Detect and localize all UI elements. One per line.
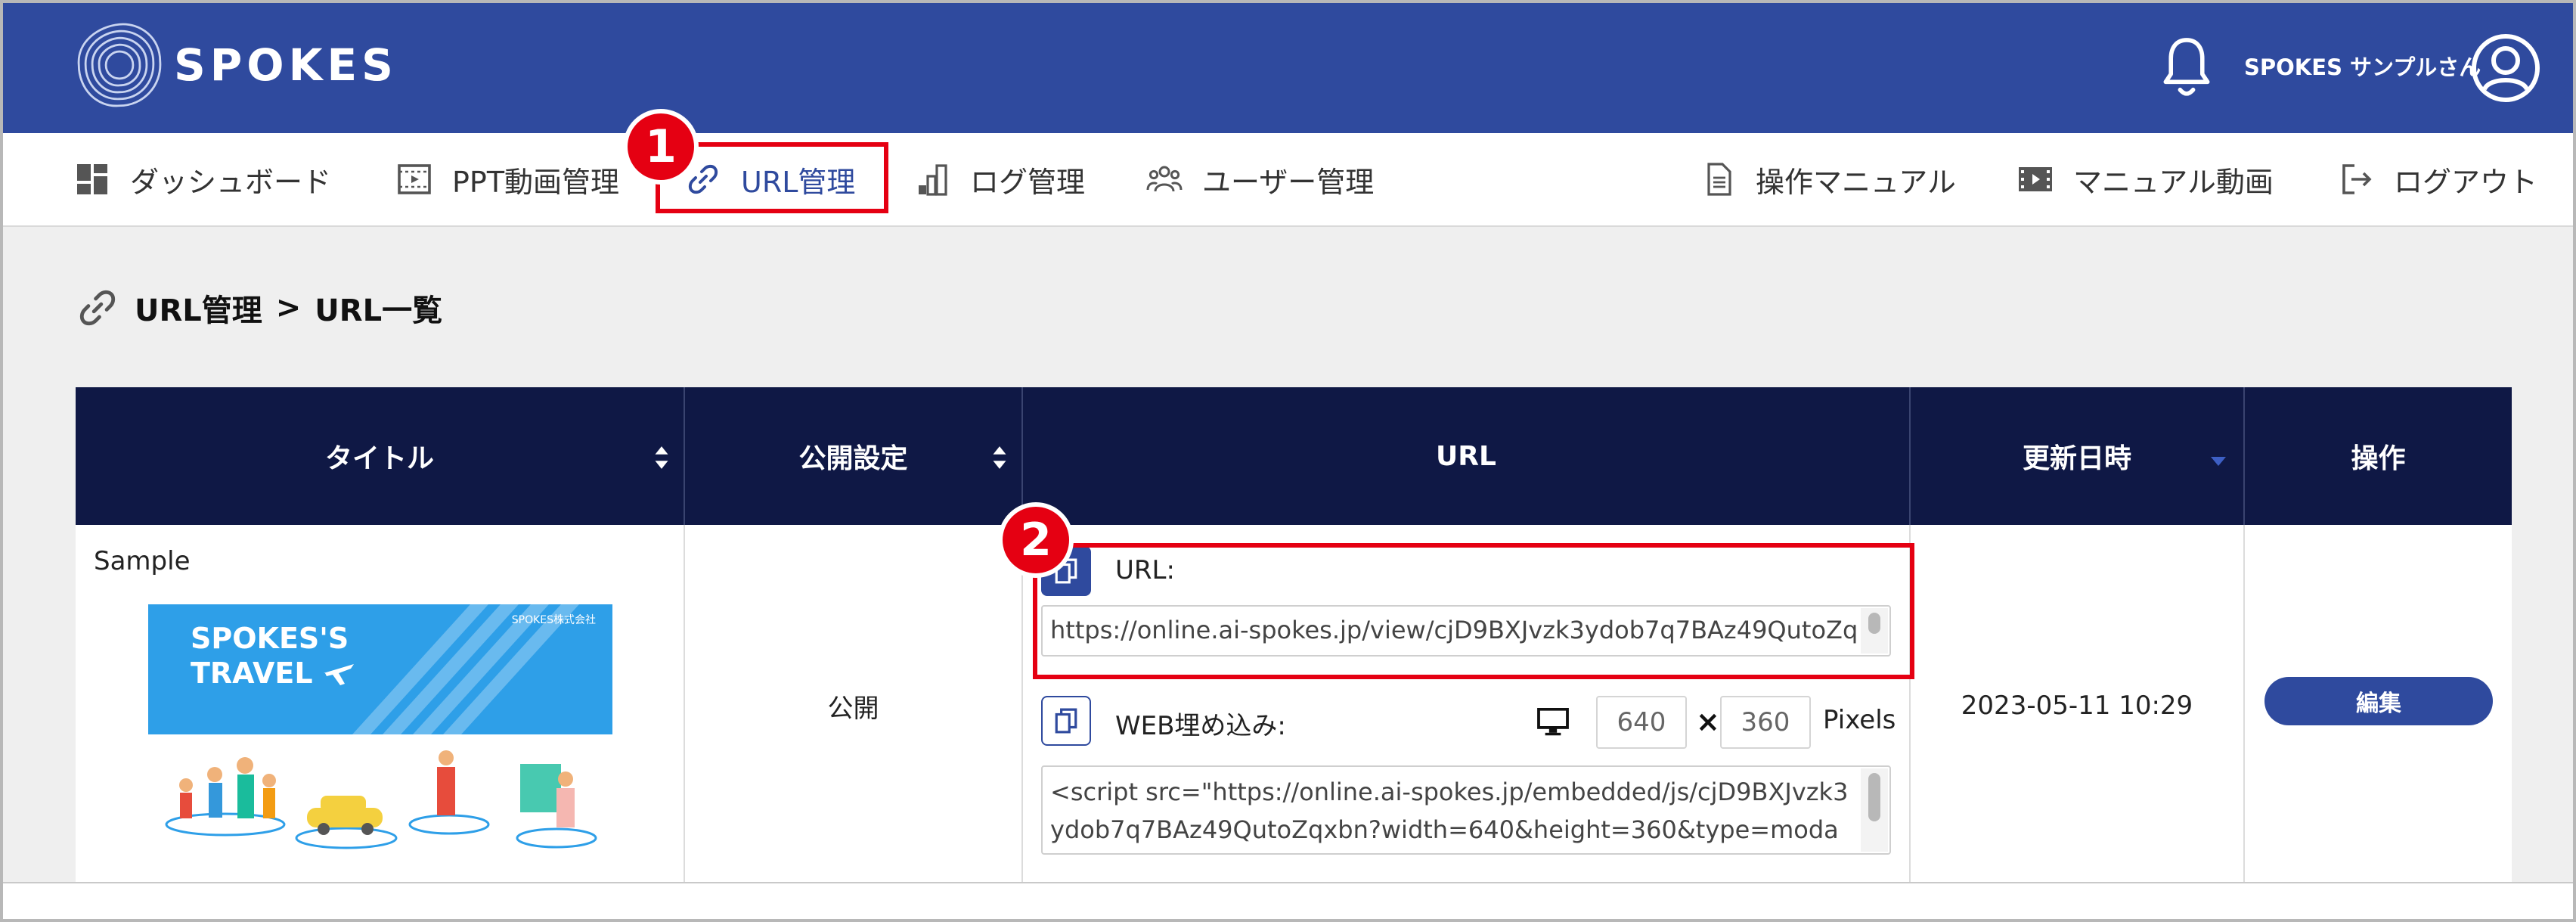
thumbnail-heading: SPOKES'S TRAVEL bbox=[191, 621, 358, 691]
thumbnail-heading-line2: TRAVEL bbox=[191, 657, 313, 690]
th-url-label: URL bbox=[1436, 440, 1496, 472]
embed-times-sign: × bbox=[1696, 705, 1720, 738]
sort-icon bbox=[993, 446, 1006, 469]
embed-scrollbar[interactable] bbox=[1861, 768, 1888, 852]
th-visibility[interactable]: 公開設定 bbox=[685, 387, 1023, 525]
embed-label: WEB埋め込み: bbox=[1115, 711, 1286, 741]
breadcrumb-separator: > bbox=[275, 290, 302, 325]
embed-scroll-thumb[interactable] bbox=[1868, 773, 1880, 821]
url-highlight-box bbox=[1033, 543, 1914, 679]
cell-actions: 編集 bbox=[2245, 525, 2512, 886]
embed-width-input[interactable]: 640 bbox=[1596, 696, 1687, 749]
sort-icon bbox=[655, 446, 668, 469]
sort-desc-icon bbox=[2211, 457, 2226, 466]
embed-height-value: 360 bbox=[1741, 707, 1790, 737]
nav-item-ppt-video[interactable]: PPT動画管理 bbox=[396, 133, 619, 225]
cell-updated: 2023-05-11 10:29 bbox=[1911, 525, 2245, 886]
brand-name: SPOKES bbox=[174, 39, 398, 91]
embed-height-input[interactable]: 360 bbox=[1720, 696, 1811, 749]
callout-badge-2: 2 bbox=[998, 502, 1074, 578]
visibility-value: 公開 bbox=[827, 693, 879, 724]
nav-item-manual[interactable]: 操作マニュアル bbox=[1700, 133, 1956, 225]
film-icon bbox=[398, 164, 431, 194]
nav-label-manual: 操作マニュアル bbox=[1756, 165, 1956, 199]
main-nav: ダッシュボード PPT動画管理 URL管理 ログ管理 ユーザー管理 操作マニュア… bbox=[3, 133, 2573, 227]
th-actions: 操作 bbox=[2245, 387, 2512, 525]
user-name[interactable]: SPOKES サンプルさん bbox=[2244, 50, 2481, 82]
logout-icon bbox=[2342, 164, 2372, 194]
app-window: SPOKES SPOKES サンプルさん ダッシュボード PPT動画管理 URL… bbox=[0, 0, 2576, 922]
nav-label-logout: ログアウト bbox=[2394, 165, 2538, 199]
th-updated[interactable]: 更新日時 bbox=[1911, 387, 2245, 525]
updated-value: 2023-05-11 10:29 bbox=[1961, 691, 2193, 721]
th-url: URL bbox=[1023, 387, 1911, 525]
breadcrumb-section[interactable]: URL管理 bbox=[135, 286, 262, 330]
cell-visibility: 公開 bbox=[685, 525, 1023, 886]
bar-chart-icon bbox=[919, 164, 947, 196]
callout-badge-1: 1 bbox=[623, 109, 699, 185]
nav-label-users: ユーザー管理 bbox=[1202, 165, 1375, 199]
breadcrumb-page: URL一覧 bbox=[315, 293, 443, 328]
cell-title: Sample SPOKES'S TRAVEL SPOKES株式会社 bbox=[76, 525, 685, 886]
link-icon bbox=[79, 290, 116, 326]
nav-item-dashboard[interactable]: ダッシュボード bbox=[74, 133, 331, 225]
embed-width-value: 640 bbox=[1617, 707, 1666, 737]
monitor-icon bbox=[1537, 708, 1569, 736]
nav-item-manual-video[interactable]: マニュアル動画 bbox=[2017, 133, 2274, 225]
th-title[interactable]: タイトル bbox=[76, 387, 685, 525]
th-updated-label: 更新日時 bbox=[2022, 443, 2131, 474]
nav-item-users[interactable]: ユーザー管理 bbox=[1146, 133, 1374, 225]
thumbnail-banner: SPOKES'S TRAVEL SPOKES株式会社 bbox=[148, 604, 612, 734]
copy-icon bbox=[1055, 708, 1077, 734]
nav-label-log: ログ管理 bbox=[970, 165, 1086, 199]
th-title-label: タイトル bbox=[324, 443, 434, 474]
embed-code-value: <script src="https://online.ai-spokes.jp… bbox=[1050, 778, 1849, 844]
nav-item-logout[interactable]: ログアウト bbox=[2338, 133, 2537, 225]
thumbnail-heading-line1: SPOKES'S bbox=[191, 622, 349, 655]
video-icon bbox=[2019, 167, 2052, 191]
spokes-logo[interactable]: SPOKES bbox=[71, 17, 398, 113]
nav-label-manual-video: マニュアル動画 bbox=[2073, 165, 2274, 199]
user-avatar-icon[interactable] bbox=[2469, 32, 2542, 104]
thumbnail-illustration bbox=[165, 750, 597, 849]
dashboard-icon bbox=[77, 164, 107, 194]
nav-label-ppt-video: PPT動画管理 bbox=[452, 165, 620, 199]
embed-unit: Pixels bbox=[1823, 705, 1896, 735]
th-visibility-label: 公開設定 bbox=[798, 443, 908, 474]
bell-icon[interactable] bbox=[2155, 35, 2218, 103]
nav-item-log[interactable]: ログ管理 bbox=[914, 133, 1085, 225]
nav-label-dashboard: ダッシュボード bbox=[130, 165, 332, 199]
breadcrumb: URL管理 > URL一覧 bbox=[76, 286, 442, 330]
airplane-icon bbox=[323, 664, 354, 685]
row-title[interactable]: Sample bbox=[94, 546, 190, 576]
edit-button[interactable]: 編集 bbox=[2264, 677, 2493, 725]
users-icon bbox=[1146, 166, 1183, 192]
thumbnail-heading-line2-wrap: TRAVEL bbox=[191, 656, 358, 691]
thumbnail-company: SPOKES株式会社 bbox=[511, 614, 596, 626]
table-header: タイトル 公開設定 URL 更新日時 操作 bbox=[76, 387, 2512, 525]
spokes-logo-icon bbox=[77, 23, 162, 107]
th-actions-label: 操作 bbox=[2351, 443, 2406, 474]
top-header: SPOKES SPOKES サンプルさん bbox=[3, 3, 2573, 133]
bottom-strip bbox=[3, 882, 2573, 919]
document-icon bbox=[1707, 163, 1731, 196]
embed-code-field[interactable]: <script src="https://online.ai-spokes.jp… bbox=[1041, 765, 1891, 855]
copy-embed-button[interactable] bbox=[1041, 696, 1091, 746]
